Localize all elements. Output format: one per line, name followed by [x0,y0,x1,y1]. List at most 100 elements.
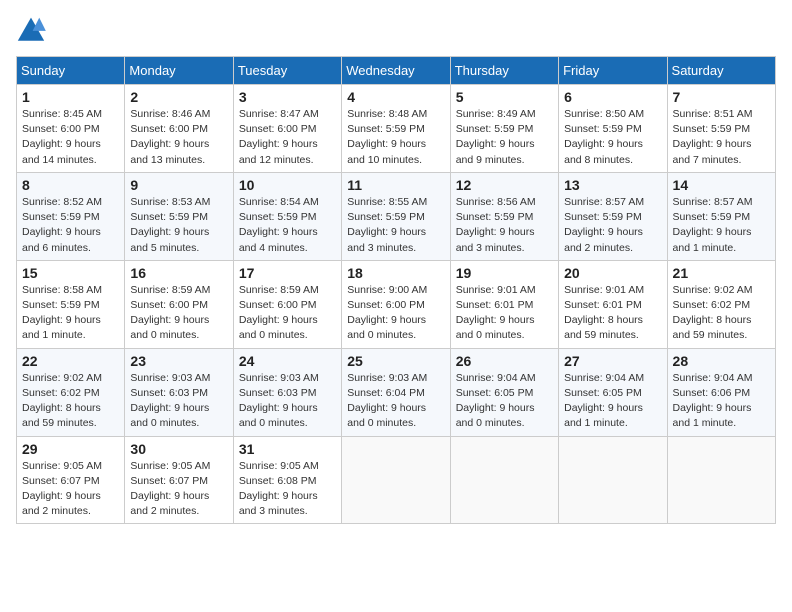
day-info: Sunrise: 8:47 AM Sunset: 6:00 PM Dayligh… [239,107,336,168]
day-number: 12 [456,177,553,193]
logo [16,16,50,44]
day-info: Sunrise: 9:03 AM Sunset: 6:04 PM Dayligh… [347,371,444,432]
day-info: Sunrise: 8:55 AM Sunset: 5:59 PM Dayligh… [347,195,444,256]
day-number: 22 [22,353,119,369]
day-info: Sunrise: 8:58 AM Sunset: 5:59 PM Dayligh… [22,283,119,344]
calendar-cell: 17 Sunrise: 8:59 AM Sunset: 6:00 PM Dayl… [233,260,341,348]
calendar-cell: 26 Sunrise: 9:04 AM Sunset: 6:05 PM Dayl… [450,348,558,436]
weekday-header-friday: Friday [559,57,667,85]
calendar-cell: 29 Sunrise: 9:05 AM Sunset: 6:07 PM Dayl… [17,436,125,524]
day-number: 21 [673,265,770,281]
calendar-cell: 4 Sunrise: 8:48 AM Sunset: 5:59 PM Dayli… [342,85,450,173]
calendar-cell: 31 Sunrise: 9:05 AM Sunset: 6:08 PM Dayl… [233,436,341,524]
day-number: 30 [130,441,227,457]
calendar-cell [342,436,450,524]
day-info: Sunrise: 9:02 AM Sunset: 6:02 PM Dayligh… [22,371,119,432]
day-info: Sunrise: 8:51 AM Sunset: 5:59 PM Dayligh… [673,107,770,168]
day-info: Sunrise: 9:04 AM Sunset: 6:05 PM Dayligh… [456,371,553,432]
day-info: Sunrise: 8:53 AM Sunset: 5:59 PM Dayligh… [130,195,227,256]
day-info: Sunrise: 9:04 AM Sunset: 6:05 PM Dayligh… [564,371,661,432]
calendar-week-3: 15 Sunrise: 8:58 AM Sunset: 5:59 PM Dayl… [17,260,776,348]
day-info: Sunrise: 9:04 AM Sunset: 6:06 PM Dayligh… [673,371,770,432]
calendar-week-1: 1 Sunrise: 8:45 AM Sunset: 6:00 PM Dayli… [17,85,776,173]
day-info: Sunrise: 8:56 AM Sunset: 5:59 PM Dayligh… [456,195,553,256]
calendar-cell: 30 Sunrise: 9:05 AM Sunset: 6:07 PM Dayl… [125,436,233,524]
day-number: 4 [347,89,444,105]
calendar-cell: 16 Sunrise: 8:59 AM Sunset: 6:00 PM Dayl… [125,260,233,348]
day-info: Sunrise: 8:52 AM Sunset: 5:59 PM Dayligh… [22,195,119,256]
weekday-header-monday: Monday [125,57,233,85]
calendar-cell: 2 Sunrise: 8:46 AM Sunset: 6:00 PM Dayli… [125,85,233,173]
day-number: 28 [673,353,770,369]
day-number: 23 [130,353,227,369]
calendar-cell: 12 Sunrise: 8:56 AM Sunset: 5:59 PM Dayl… [450,172,558,260]
day-info: Sunrise: 9:02 AM Sunset: 6:02 PM Dayligh… [673,283,770,344]
calendar-cell: 27 Sunrise: 9:04 AM Sunset: 6:05 PM Dayl… [559,348,667,436]
day-number: 10 [239,177,336,193]
day-number: 17 [239,265,336,281]
calendar-cell: 5 Sunrise: 8:49 AM Sunset: 5:59 PM Dayli… [450,85,558,173]
calendar-cell: 8 Sunrise: 8:52 AM Sunset: 5:59 PM Dayli… [17,172,125,260]
calendar-cell: 11 Sunrise: 8:55 AM Sunset: 5:59 PM Dayl… [342,172,450,260]
calendar-cell: 9 Sunrise: 8:53 AM Sunset: 5:59 PM Dayli… [125,172,233,260]
day-info: Sunrise: 9:05 AM Sunset: 6:07 PM Dayligh… [130,459,227,520]
day-info: Sunrise: 8:50 AM Sunset: 5:59 PM Dayligh… [564,107,661,168]
day-number: 9 [130,177,227,193]
calendar-cell: 23 Sunrise: 9:03 AM Sunset: 6:03 PM Dayl… [125,348,233,436]
day-number: 25 [347,353,444,369]
calendar-week-2: 8 Sunrise: 8:52 AM Sunset: 5:59 PM Dayli… [17,172,776,260]
day-number: 20 [564,265,661,281]
day-number: 11 [347,177,444,193]
day-number: 19 [456,265,553,281]
calendar-cell: 1 Sunrise: 8:45 AM Sunset: 6:00 PM Dayli… [17,85,125,173]
weekday-header-sunday: Sunday [17,57,125,85]
day-number: 8 [22,177,119,193]
calendar-cell: 22 Sunrise: 9:02 AM Sunset: 6:02 PM Dayl… [17,348,125,436]
calendar-cell: 3 Sunrise: 8:47 AM Sunset: 6:00 PM Dayli… [233,85,341,173]
day-number: 31 [239,441,336,457]
day-info: Sunrise: 8:57 AM Sunset: 5:59 PM Dayligh… [673,195,770,256]
calendar-cell: 14 Sunrise: 8:57 AM Sunset: 5:59 PM Dayl… [667,172,775,260]
day-number: 29 [22,441,119,457]
day-number: 26 [456,353,553,369]
logo-icon [16,16,46,44]
day-info: Sunrise: 8:59 AM Sunset: 6:00 PM Dayligh… [239,283,336,344]
calendar-cell: 19 Sunrise: 9:01 AM Sunset: 6:01 PM Dayl… [450,260,558,348]
day-info: Sunrise: 8:54 AM Sunset: 5:59 PM Dayligh… [239,195,336,256]
calendar-cell: 28 Sunrise: 9:04 AM Sunset: 6:06 PM Dayl… [667,348,775,436]
day-number: 14 [673,177,770,193]
day-info: Sunrise: 8:46 AM Sunset: 6:00 PM Dayligh… [130,107,227,168]
day-number: 13 [564,177,661,193]
calendar-cell: 24 Sunrise: 9:03 AM Sunset: 6:03 PM Dayl… [233,348,341,436]
calendar-cell: 7 Sunrise: 8:51 AM Sunset: 5:59 PM Dayli… [667,85,775,173]
day-info: Sunrise: 9:03 AM Sunset: 6:03 PM Dayligh… [239,371,336,432]
weekday-header-wednesday: Wednesday [342,57,450,85]
calendar-cell [559,436,667,524]
day-number: 16 [130,265,227,281]
day-info: Sunrise: 9:05 AM Sunset: 6:08 PM Dayligh… [239,459,336,520]
day-number: 18 [347,265,444,281]
weekday-header-tuesday: Tuesday [233,57,341,85]
day-info: Sunrise: 9:05 AM Sunset: 6:07 PM Dayligh… [22,459,119,520]
calendar-week-4: 22 Sunrise: 9:02 AM Sunset: 6:02 PM Dayl… [17,348,776,436]
day-info: Sunrise: 8:45 AM Sunset: 6:00 PM Dayligh… [22,107,119,168]
day-number: 3 [239,89,336,105]
calendar-table: SundayMondayTuesdayWednesdayThursdayFrid… [16,56,776,524]
day-info: Sunrise: 9:01 AM Sunset: 6:01 PM Dayligh… [456,283,553,344]
day-number: 7 [673,89,770,105]
calendar-header-row: SundayMondayTuesdayWednesdayThursdayFrid… [17,57,776,85]
day-number: 6 [564,89,661,105]
page-header [16,16,776,44]
day-info: Sunrise: 8:57 AM Sunset: 5:59 PM Dayligh… [564,195,661,256]
weekday-header-thursday: Thursday [450,57,558,85]
calendar-week-5: 29 Sunrise: 9:05 AM Sunset: 6:07 PM Dayl… [17,436,776,524]
calendar-cell: 10 Sunrise: 8:54 AM Sunset: 5:59 PM Dayl… [233,172,341,260]
weekday-header-saturday: Saturday [667,57,775,85]
day-info: Sunrise: 9:03 AM Sunset: 6:03 PM Dayligh… [130,371,227,432]
calendar-cell: 15 Sunrise: 8:58 AM Sunset: 5:59 PM Dayl… [17,260,125,348]
day-number: 2 [130,89,227,105]
day-info: Sunrise: 8:48 AM Sunset: 5:59 PM Dayligh… [347,107,444,168]
day-info: Sunrise: 8:49 AM Sunset: 5:59 PM Dayligh… [456,107,553,168]
day-number: 27 [564,353,661,369]
calendar-cell [450,436,558,524]
